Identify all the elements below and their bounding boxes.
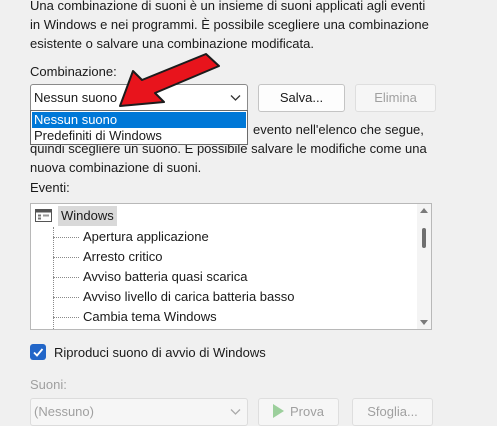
dropdown-option-selected[interactable]: Nessun suono [32,112,246,128]
description-line: nuova combinazione di suoni. [30,160,202,175]
list-item[interactable]: Apertura applicazione [53,227,209,247]
checkmark-icon [33,348,44,357]
list-item[interactable]: Avviso livello di carica batteria basso [53,287,295,307]
list-item[interactable]: Arresto critico [53,247,163,267]
checkbox-checked[interactable] [30,344,46,360]
tree-root-label: Windows [58,206,117,226]
events-label: Eventi: [30,180,70,195]
scroll-down-arrow-icon[interactable] [420,320,428,325]
save-button[interactable]: Salva... [258,84,345,112]
play-icon [273,404,285,418]
list-item-label: Avviso batteria quasi scarica [83,269,248,284]
startup-sound-label: Riproduci suono di avvio di Windows [54,345,266,360]
list-item-label: Arresto critico [83,249,163,264]
combination-dropdown-list[interactable]: Nessun suono Predefiniti di Windows [30,110,248,145]
combination-selected-value: Nessun suono [34,90,118,105]
list-item-label: Cambia tema Windows [83,309,217,324]
tree-connector [53,317,79,318]
chevron-down-icon [230,409,241,415]
intro-line: esistente o salvare una combinazione mod… [30,36,314,51]
combination-label: Combinazione: [30,64,117,79]
browse-button[interactable]: Sfoglia... [352,398,433,426]
tree-connector [53,227,54,329]
combination-select[interactable]: Nessun suono [30,84,248,112]
intro-line: in Windows e nei programmi. È possibile … [30,17,429,32]
tree-connector [53,237,79,238]
intro-line: Una combinazione di suoni è un insieme d… [30,0,426,13]
vertical-scrollbar[interactable] [417,204,431,329]
tree-connector [53,297,79,298]
events-list[interactable]: Windows Apertura applicazione Arresto cr… [30,203,432,330]
scroll-thumb[interactable] [422,228,426,248]
sounds-label: Suoni: [30,377,67,392]
list-item[interactable]: Avviso batteria quasi scarica [53,267,248,287]
tree-connector [53,257,79,258]
chevron-down-icon [230,95,241,101]
list-item-label: Avviso livello di carica batteria basso [83,289,295,304]
list-item-label: Apertura applicazione [83,229,209,244]
sounds-selected-value: (Nessuno) [34,404,94,419]
window-icon [35,209,52,222]
intro-text: Una combinazione di suoni è un insieme d… [30,0,429,53]
test-button[interactable]: Prova [258,398,339,426]
test-button-label: Prova [290,404,324,419]
list-item[interactable]: Cambia tema Windows [53,307,217,327]
scroll-up-arrow-icon[interactable] [420,208,428,213]
delete-button[interactable]: Elimina [355,84,436,112]
tree-connector [53,277,79,278]
dropdown-option[interactable]: Predefiniti di Windows [32,128,246,144]
sounds-select[interactable]: (Nessuno) [30,398,248,426]
